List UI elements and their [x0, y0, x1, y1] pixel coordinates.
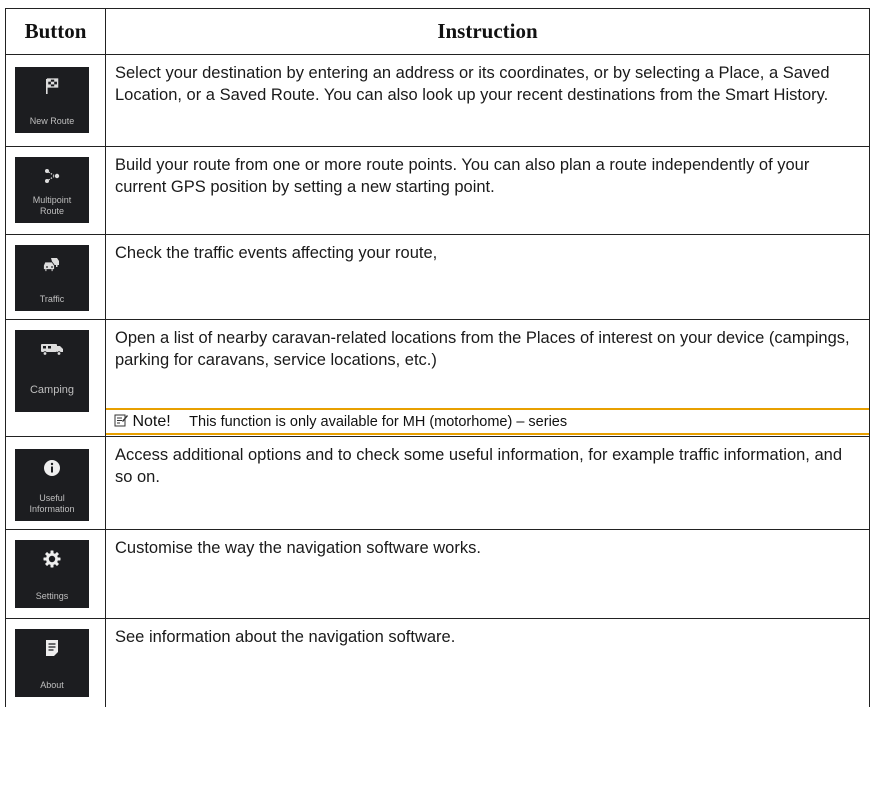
button-label: About [40, 680, 64, 690]
instruction-text: Select your destination by entering an a… [115, 64, 830, 104]
note-icon [114, 413, 132, 430]
instruction-text: Check the traffic events affecting your … [115, 244, 438, 262]
multipoint-route-button[interactable]: Multipoint Route [15, 157, 89, 223]
instruction-text: Build your route from one or more route … [115, 156, 810, 196]
camper-van-icon [40, 338, 64, 360]
note-text: This function is only available for MH (… [189, 414, 568, 430]
table-row: Multipoint Route Build your route from o… [5, 146, 870, 235]
info-icon [43, 457, 61, 479]
gear-icon [43, 548, 61, 570]
button-label: Camping [29, 384, 75, 396]
button-label-line1: Multipoint [32, 195, 72, 205]
table-row: Camping Open a list of nearby caravan-re… [5, 319, 870, 437]
button-label-line2: Route [39, 206, 65, 216]
instruction-text: Access additional options and to check s… [115, 446, 842, 486]
useful-information-button[interactable]: Useful Information [15, 449, 89, 521]
button-label: Settings [35, 591, 69, 601]
note-box: Note! This function is only available fo… [106, 408, 869, 435]
button-instruction-table: Button Instruction New Route Select your… [5, 8, 870, 707]
document-icon [45, 637, 59, 659]
header-instruction: Instruction [105, 8, 870, 55]
table-row: About See information about the navigati… [5, 618, 870, 707]
new-route-button[interactable]: New Route [15, 67, 89, 133]
traffic-cars-icon [42, 253, 62, 275]
instruction-text: Open a list of nearby caravan-related lo… [115, 329, 850, 369]
traffic-button[interactable]: Traffic [15, 245, 89, 311]
button-label: New Route [29, 116, 75, 126]
settings-button[interactable]: Settings [15, 540, 89, 608]
button-label: Traffic [39, 294, 65, 304]
button-label-line2: Information [29, 504, 75, 514]
instruction-text: Customise the way the navigation softwar… [115, 539, 481, 557]
button-label-line1: Useful [39, 493, 65, 503]
camping-button[interactable]: Camping [15, 330, 89, 412]
about-button[interactable]: About [15, 629, 89, 697]
table-row: New Route Select your destination by ent… [5, 54, 870, 147]
checkered-flag-icon [44, 75, 60, 97]
table-row: Useful Information Access additional opt… [5, 436, 870, 530]
instruction-text: See information about the navigation sof… [115, 628, 456, 646]
route-points-icon [43, 165, 61, 187]
table-row: Traffic Check the traffic events affecti… [5, 234, 870, 320]
header-button: Button [5, 8, 106, 55]
table-row: Settings Customise the way the navigatio… [5, 529, 870, 619]
note-keyword: Note! [132, 413, 171, 430]
